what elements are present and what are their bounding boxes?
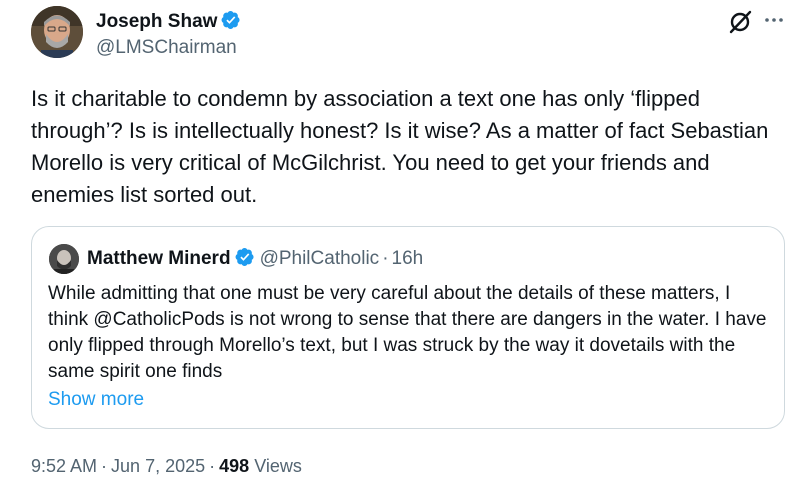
show-more-link[interactable]: Show more <box>48 387 144 413</box>
tweet-text: Is it charitable to condemn by associati… <box>31 86 769 207</box>
quoted-author-name[interactable]: Matthew Minerd <box>87 248 231 269</box>
author-name[interactable]: Joseph Shaw <box>96 10 241 34</box>
tweet-date[interactable]: Jun 7, 2025 <box>111 456 205 476</box>
footer-separator-views: · <box>209 456 216 476</box>
quoted-header: Matthew Minerd @PhilCatholic · 16h <box>87 246 423 272</box>
quoted-tweet[interactable]: Matthew Minerd @PhilCatholic · 16h While ad… <box>31 226 785 429</box>
tweet-time[interactable]: 9:52 AM <box>31 456 97 476</box>
more-icon[interactable] <box>762 8 786 32</box>
tweet: Joseph Shaw @LMSChairman Is it charitabl… <box>0 0 806 498</box>
quoted-author-avatar[interactable] <box>49 244 79 274</box>
views-label: Views <box>254 456 302 476</box>
author-handle[interactable]: @LMSChairman <box>96 36 237 60</box>
quoted-timestamp[interactable]: 16h <box>392 248 424 269</box>
author-name-text: Joseph Shaw <box>96 11 218 32</box>
quoted-separator: · <box>382 248 389 269</box>
footer-separator: · <box>101 456 108 476</box>
quoted-verified-badge-icon <box>235 248 254 266</box>
grok-icon[interactable] <box>727 9 753 35</box>
quoted-author-handle[interactable]: @PhilCatholic <box>260 248 380 269</box>
tweet-footer: 9:52 AM · Jun 7, 2025 · 498 Views <box>31 454 302 478</box>
views-count: 498 <box>219 456 250 476</box>
quoted-text: While admitting that one must be very ca… <box>48 283 767 382</box>
author-avatar[interactable] <box>31 6 83 58</box>
verified-badge-icon <box>221 11 240 29</box>
